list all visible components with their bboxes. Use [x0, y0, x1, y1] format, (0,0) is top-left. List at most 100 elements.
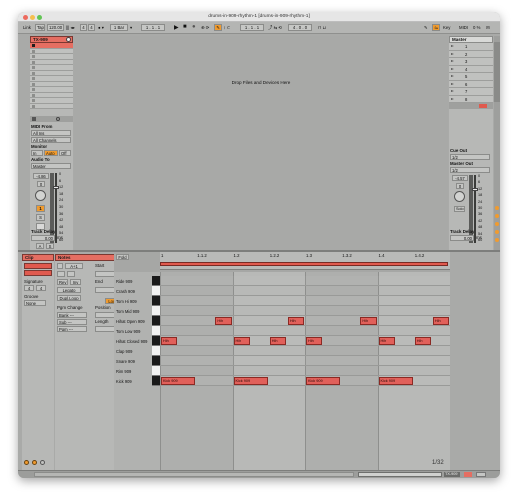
draw-icon[interactable]: ✎ — [424, 25, 428, 31]
overdub-icon[interactable]: ⊕ ⟳ — [201, 25, 209, 31]
clip-stop-icon[interactable] — [32, 93, 35, 97]
follow-toggle-icon[interactable]: ⁝ ⊂ — [224, 25, 230, 31]
note-lane[interactable] — [160, 326, 450, 336]
piano-key[interactable] — [152, 276, 160, 286]
notes-transpose-field[interactable]: A+1 — [65, 263, 83, 269]
sub-bank-field[interactable]: Sub --- — [57, 319, 87, 325]
midi-note[interactable]: Hih — [269, 337, 286, 345]
scene-row[interactable]: 4 — [449, 65, 493, 73]
view-toggle-icon[interactable] — [495, 222, 499, 226]
nudge-icon[interactable]: ||| ◂▸ — [66, 25, 75, 31]
midi-note[interactable]: Hih — [287, 317, 304, 325]
midi-note[interactable]: Hih — [215, 317, 232, 325]
key-map-button[interactable]: Key — [443, 25, 450, 30]
cue-out-menu[interactable]: 1/2 — [450, 154, 490, 160]
master-solo-button[interactable]: Solo — [454, 206, 465, 212]
loop-icon[interactable]: ⤴ ⇆ ⟲ — [268, 25, 282, 31]
note-lane[interactable] — [160, 296, 450, 306]
lane-name[interactable]: Crash 909 — [116, 289, 135, 294]
midi-note[interactable]: Kick 909 — [306, 377, 341, 385]
master-track-delay-field[interactable]: 0.00 — [450, 235, 474, 241]
stop-all-row[interactable] — [449, 103, 493, 109]
status-track-label[interactable]: TX-909 — [444, 472, 460, 477]
scene-launch-icon[interactable] — [451, 97, 454, 100]
overview-strip[interactable] — [358, 472, 442, 477]
scene-row[interactable]: 2 — [449, 50, 493, 58]
midi-channel-menu[interactable]: All Channels — [31, 137, 71, 143]
stop-clip-icon[interactable] — [32, 117, 36, 121]
tempo-field[interactable]: 120.00 — [47, 24, 64, 31]
piano-key[interactable] — [152, 306, 160, 316]
arm-a-button[interactable]: A — [36, 243, 44, 249]
hotswap-icon[interactable]: ⇋ — [432, 24, 440, 31]
clip-stop-icon[interactable] — [32, 88, 35, 91]
timeline-ruler[interactable]: 1 1.1.2 1.2 1.2.2 1.3 1.3.2 1.4 1.4.2 — [160, 252, 450, 270]
monitor-auto-button[interactable]: Auto — [44, 150, 58, 156]
scene-launch-icon[interactable] — [451, 60, 454, 62]
clip-color-field[interactable] — [24, 270, 52, 276]
groove-menu[interactable]: None — [24, 300, 46, 306]
notes-nudge-up[interactable] — [67, 271, 75, 277]
loop-brace[interactable] — [160, 262, 448, 266]
fold-button[interactable]: Fold — [116, 254, 129, 260]
device-view-toggle-icon[interactable] — [32, 460, 37, 465]
note-lane[interactable] — [160, 336, 450, 346]
duplicate-loop-button[interactable]: Dupl.Loop — [57, 295, 81, 301]
midi-note[interactable]: Hih — [161, 337, 178, 345]
clip-view-toggle-icon[interactable] — [24, 460, 29, 465]
scene-launch-icon[interactable] — [451, 45, 454, 47]
time-sig-num[interactable]: 4 — [80, 24, 87, 31]
view-toggle-icon[interactable] — [495, 238, 499, 242]
piano-key[interactable] — [152, 316, 160, 326]
note-lane[interactable] — [160, 346, 450, 356]
position-field[interactable]: 1 . 1 . 1 — [141, 24, 165, 31]
status-device-icon[interactable] — [476, 472, 486, 477]
scene-launch-icon[interactable] — [451, 82, 454, 85]
notes-scale-icon[interactable] — [57, 263, 63, 269]
scene-launch-icon[interactable] — [451, 75, 454, 77]
clip-name-field[interactable] — [24, 263, 52, 269]
note-lane[interactable] — [160, 356, 450, 366]
audio-to-menu[interactable]: Master — [31, 163, 71, 169]
signature-num-field[interactable]: 4 — [24, 285, 34, 291]
time-sig-den[interactable]: 4 — [88, 24, 95, 31]
clip-stop-icon[interactable] — [32, 55, 35, 58]
invert-button[interactable]: Inv — [70, 279, 81, 285]
note-lane[interactable] — [160, 286, 450, 296]
note-lane[interactable] — [160, 316, 450, 326]
midi-from-menu[interactable]: All Ins — [31, 130, 71, 136]
tap-button[interactable]: Tap — [35, 24, 45, 31]
midi-note[interactable]: Kick 909 — [378, 377, 413, 385]
monitor-off-button[interactable]: Off — [59, 150, 71, 156]
view-toggle-icon[interactable] — [495, 230, 499, 234]
lane-name[interactable]: Snare 909 — [116, 359, 135, 364]
metronome-icon[interactable]: ● ▾ — [98, 25, 104, 31]
lane-name[interactable]: Ride 909 — [116, 279, 132, 284]
stop-all-icon[interactable] — [56, 117, 60, 121]
clip-stop-icon[interactable] — [32, 66, 35, 69]
note-lane[interactable] — [160, 306, 450, 316]
scene-launch-icon[interactable] — [451, 90, 454, 92]
piano-key[interactable] — [152, 286, 160, 296]
scene-row[interactable]: 3 — [449, 58, 493, 66]
solo-b-button[interactable]: S — [46, 243, 54, 249]
track-activator-button[interactable]: 1 — [36, 205, 45, 212]
clip-stop-icon[interactable] — [32, 60, 35, 64]
track-fold-icon[interactable] — [66, 37, 71, 42]
follow-icon[interactable]: ▾ — [130, 25, 132, 31]
scene-row[interactable]: 8 — [449, 95, 493, 103]
view-toggle-icon[interactable] — [495, 214, 499, 218]
envelope-toggle-icon[interactable] — [40, 460, 45, 465]
notes-nudge-down[interactable] — [57, 271, 65, 277]
midi-note[interactable]: Hih — [414, 337, 431, 345]
program-field[interactable]: Pgm --- — [57, 326, 87, 332]
stop-icon[interactable]: ■ — [183, 24, 187, 30]
scene-row[interactable]: 1 — [449, 43, 493, 51]
piano-key[interactable] — [152, 326, 160, 336]
lane-name[interactable]: Tom Hi 909 — [116, 299, 137, 304]
scene-row[interactable]: 7 — [449, 88, 493, 96]
signature-den-field[interactable]: 4 — [36, 285, 46, 291]
lane-name[interactable]: Hihat Open 909 — [116, 319, 145, 324]
clip-stop-icon[interactable] — [32, 104, 35, 108]
piano-key[interactable] — [152, 346, 160, 356]
